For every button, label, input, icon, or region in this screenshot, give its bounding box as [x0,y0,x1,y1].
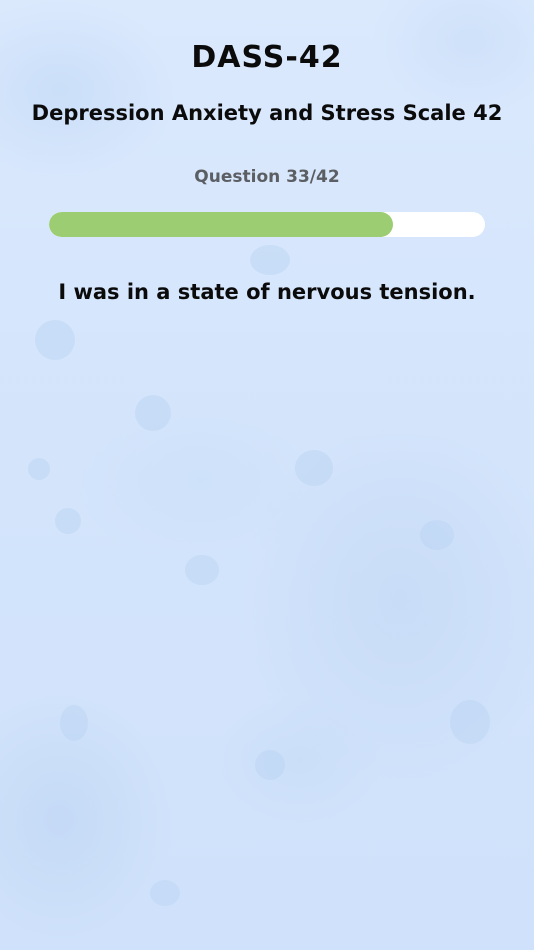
background-blot [35,320,75,360]
background-blot [450,700,490,744]
background-blot [295,450,333,486]
app-subtitle: Depression Anxiety and Stress Scale 42 [31,101,503,125]
background-blot [28,458,50,480]
question-text: I was in a state of nervous tension. [58,280,476,304]
background-blot [60,705,88,741]
background-blot [135,395,171,431]
question-counter: Question 33/42 [194,167,340,187]
watercolor-background [0,0,534,950]
progress-bar-fill [49,212,394,237]
background-blot [55,508,81,534]
background-blot [150,880,180,906]
app-title: DASS-42 [191,40,343,75]
progress-bar [49,212,485,237]
background-blot [420,520,454,550]
background-blot [255,750,285,780]
background-blot [250,245,290,275]
background-blot [185,555,219,585]
